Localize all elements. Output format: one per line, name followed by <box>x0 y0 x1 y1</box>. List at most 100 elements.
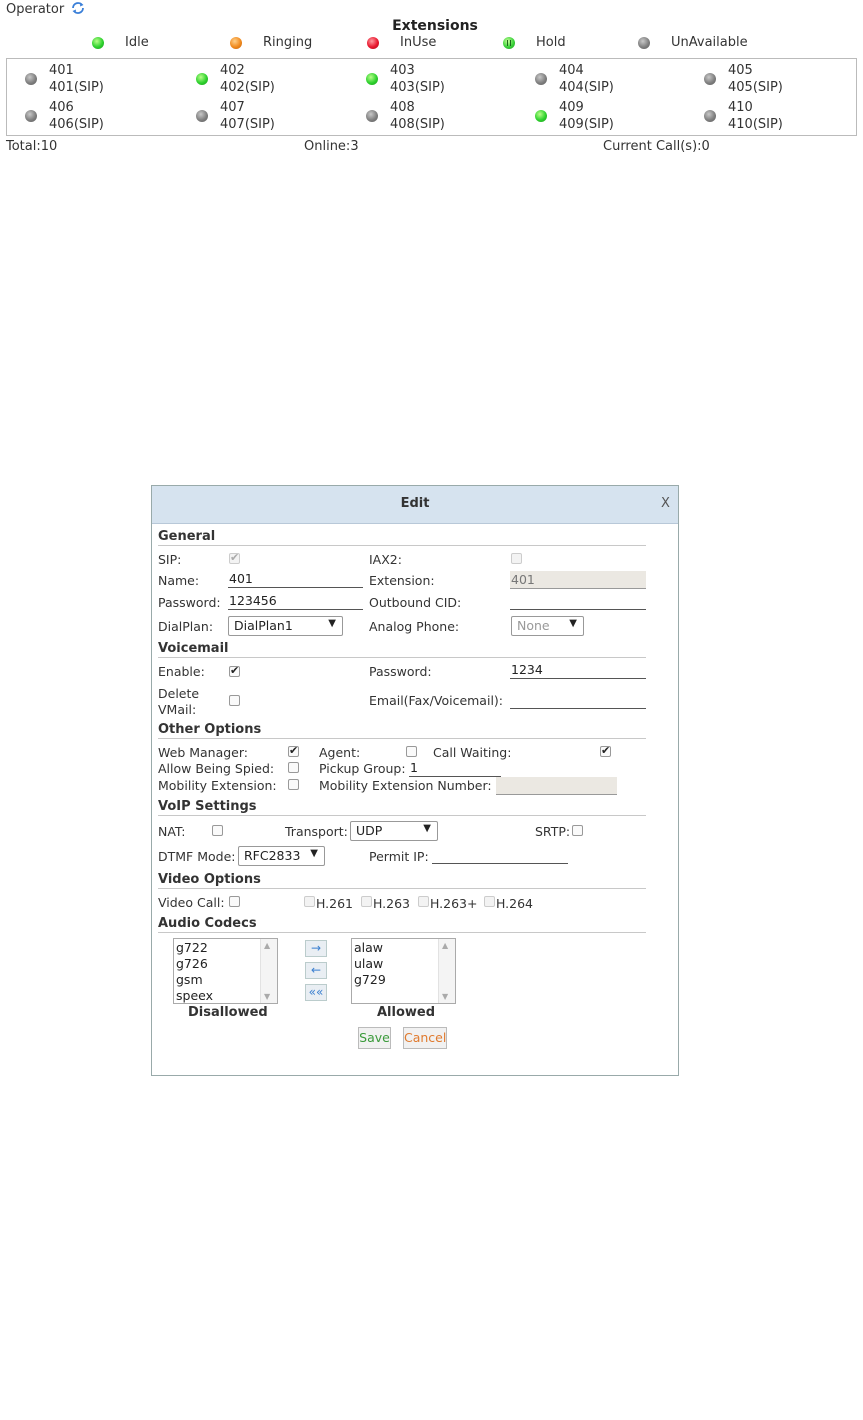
dialog-title: Edit <box>400 496 430 511</box>
outbound-cid-label: Outbound CID: <box>369 595 462 610</box>
srtp-checkbox[interactable] <box>572 825 583 836</box>
permit-ip-input[interactable] <box>432 846 568 864</box>
h264-checkbox[interactable] <box>484 896 495 907</box>
outbound-cid-input[interactable] <box>510 592 646 610</box>
analog-phone-select[interactable]: None ▼ <box>511 616 584 636</box>
video-call-checkbox[interactable] <box>229 896 240 907</box>
chevron-down-icon: ▼ <box>310 848 318 859</box>
move-right-button[interactable]: → <box>305 940 327 957</box>
list-item[interactable]: g722 <box>176 940 208 955</box>
delete-vmail-label: Delete <box>158 686 200 701</box>
section-audio-codecs: Audio Codecs <box>158 916 257 931</box>
extension-item-402[interactable]: 402 402(SIP) <box>196 63 356 99</box>
sip-label: SIP: <box>158 552 182 567</box>
divider <box>158 815 646 816</box>
allow-spied-label: Allow Being Spied: <box>158 761 275 776</box>
scroll-down-icon[interactable]: ▼ <box>264 992 270 1001</box>
allow-spied-checkbox[interactable] <box>288 762 299 773</box>
disallowed-caption: Disallowed <box>188 1005 268 1020</box>
refresh-icon[interactable] <box>70 0 86 16</box>
legend-label: Hold <box>536 35 566 50</box>
section-general: General <box>158 529 216 544</box>
name-input[interactable] <box>228 570 363 588</box>
legend-label: Idle <box>125 35 149 50</box>
name-label: Name: <box>158 573 200 588</box>
h263-checkbox[interactable] <box>361 896 372 907</box>
dialplan-select[interactable]: DialPlan1 ▼ <box>228 616 343 636</box>
allowed-codecs-list[interactable]: alaw ulaw g729 ▲ ▼ <box>351 938 456 1004</box>
extension-item-409[interactable]: 409 409(SIP) <box>535 100 695 136</box>
list-item[interactable]: g726 <box>176 956 208 971</box>
web-manager-label: Web Manager: <box>158 745 249 760</box>
chevron-down-icon: ▼ <box>423 823 431 834</box>
legend-label: InUse <box>400 35 437 50</box>
scroll-down-icon[interactable]: ▼ <box>442 992 448 1001</box>
sip-checkbox[interactable] <box>229 551 240 564</box>
extension-item-404[interactable]: 404 404(SIP) <box>535 63 695 99</box>
extension-item-401[interactable]: 401 401(SIP) <box>25 63 185 99</box>
allowed-caption: Allowed <box>377 1005 436 1020</box>
list-item[interactable]: gsm <box>176 972 203 987</box>
mobility-extension-checkbox[interactable] <box>288 779 299 790</box>
dtmf-mode-select[interactable]: RFC2833 ▼ <box>238 846 325 866</box>
scrollbar[interactable]: ▲ ▼ <box>260 939 277 1003</box>
agent-checkbox[interactable] <box>406 746 417 757</box>
voicemail-enable-checkbox[interactable] <box>229 664 240 677</box>
chevron-down-icon: ▼ <box>569 618 577 629</box>
unavailable-status-icon <box>535 73 547 85</box>
scroll-up-icon[interactable]: ▲ <box>264 941 270 950</box>
extension-number: 404 <box>559 63 584 78</box>
extension-name: 405(SIP) <box>728 80 783 95</box>
transport-select[interactable]: UDP ▼ <box>350 821 438 841</box>
extension-number: 406 <box>49 100 74 115</box>
extension-name: 410(SIP) <box>728 117 783 132</box>
h261-checkbox[interactable] <box>304 896 315 907</box>
move-left-button[interactable]: ← <box>305 962 327 979</box>
online-count: Online:3 <box>304 139 359 154</box>
section-voip-settings: VoIP Settings <box>158 799 257 814</box>
delete-vmail-checkbox[interactable] <box>229 695 240 706</box>
call-waiting-checkbox[interactable] <box>600 744 611 757</box>
extension-item-410[interactable]: 410 410(SIP) <box>704 100 863 136</box>
extension-item-407[interactable]: 407 407(SIP) <box>196 100 356 136</box>
transport-label: Transport: <box>285 824 348 839</box>
divider <box>158 888 646 889</box>
extension-item-406[interactable]: 406 406(SIP) <box>25 100 185 136</box>
list-item[interactable]: ulaw <box>354 956 383 971</box>
password-input[interactable] <box>228 592 363 610</box>
list-item[interactable]: speex <box>176 988 213 1003</box>
cancel-button[interactable]: Cancel <box>403 1027 447 1049</box>
save-button[interactable]: Save <box>358 1027 391 1049</box>
email-input[interactable] <box>510 691 646 709</box>
password-label: Password: <box>158 595 221 610</box>
srtp-label: SRTP: <box>535 824 571 839</box>
h263plus-checkbox[interactable] <box>418 896 429 907</box>
voicemail-password-input[interactable] <box>510 661 646 679</box>
extension-input <box>510 571 646 589</box>
extension-number: 408 <box>390 100 415 115</box>
close-button[interactable]: X <box>661 496 670 511</box>
dialplan-label: DialPlan: <box>158 619 214 634</box>
extension-item-408[interactable]: 408 408(SIP) <box>366 100 526 136</box>
ringing-status-icon <box>230 37 242 49</box>
move-all-left-button[interactable]: «« <box>305 984 327 1001</box>
pickup-group-input[interactable] <box>409 759 501 777</box>
video-call-label: Video Call: <box>158 895 225 910</box>
list-item[interactable]: g729 <box>354 972 386 987</box>
scrollbar[interactable]: ▲ ▼ <box>438 939 455 1003</box>
dialog-header[interactable]: Edit X <box>152 486 678 524</box>
extension-item-403[interactable]: 403 403(SIP) <box>366 63 526 99</box>
divider <box>158 657 646 658</box>
nat-checkbox[interactable] <box>212 825 223 836</box>
scroll-up-icon[interactable]: ▲ <box>442 941 448 950</box>
list-item[interactable]: alaw <box>354 940 383 955</box>
iax2-checkbox[interactable] <box>511 553 522 564</box>
disallowed-codecs-list[interactable]: g722 g726 gsm speex ▲ ▼ <box>173 938 278 1004</box>
extension-name: 401(SIP) <box>49 80 104 95</box>
unavailable-status-icon <box>704 73 716 85</box>
operator-label: Operator <box>6 2 65 17</box>
extension-item-405[interactable]: 405 405(SIP) <box>704 63 863 99</box>
unavailable-status-icon <box>704 110 716 122</box>
web-manager-checkbox[interactable] <box>288 744 299 757</box>
inuse-status-icon <box>367 37 379 49</box>
